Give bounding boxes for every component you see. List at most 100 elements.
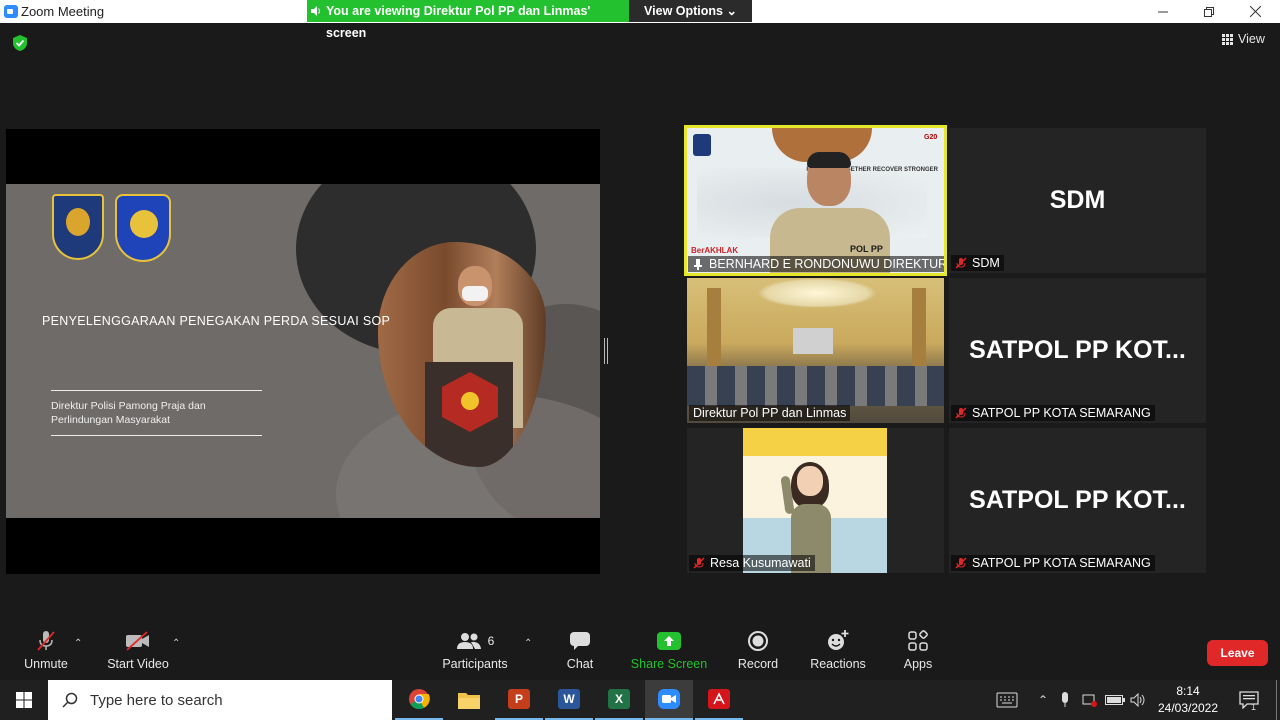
taskbar-excel[interactable]: X bbox=[595, 680, 643, 720]
battery-tray[interactable] bbox=[1104, 680, 1126, 720]
chat-icon bbox=[570, 632, 590, 650]
viewing-screen-text: You are viewing Direktur Pol PP dan Linm… bbox=[326, 4, 591, 40]
participant-display-name: SATPOL PP KOT... bbox=[969, 486, 1186, 514]
network-icon bbox=[1082, 694, 1097, 707]
notification-center[interactable]: 1 bbox=[1234, 680, 1264, 720]
taskbar-clock[interactable]: 8:14 24/03/2022 bbox=[1148, 683, 1228, 717]
unmute-button[interactable]: Unmute bbox=[18, 625, 74, 680]
participant-display-name: SDM bbox=[1049, 186, 1106, 214]
microphone-tray[interactable] bbox=[1056, 680, 1074, 720]
reactions-icon bbox=[828, 630, 849, 650]
participant-name-label: Direktur Pol PP dan Linmas bbox=[689, 405, 851, 421]
shared-screen[interactable]: PENYELENGGARAAN PENEGAKAN PERDA SESUAI S… bbox=[6, 129, 600, 574]
taskbar-zoom[interactable] bbox=[645, 680, 693, 720]
share-screen-button[interactable]: Share Screen bbox=[630, 625, 708, 680]
close-icon bbox=[1249, 6, 1261, 17]
keyboard-layout-tray[interactable] bbox=[990, 680, 1024, 720]
share-screen-icon bbox=[657, 632, 681, 650]
view-layout-button[interactable]: View bbox=[1222, 32, 1265, 46]
grid-icon bbox=[1222, 33, 1233, 45]
view-options-button[interactable]: View Options ⌄ bbox=[629, 0, 752, 22]
show-desktop-divider[interactable] bbox=[1276, 680, 1277, 720]
zoom-icon bbox=[658, 689, 680, 709]
splitter-handle[interactable] bbox=[604, 338, 608, 364]
apps-icon bbox=[908, 630, 928, 651]
record-button[interactable]: Record bbox=[735, 625, 781, 680]
reactions-button[interactable]: Reactions bbox=[808, 625, 868, 680]
taskbar-chrome[interactable] bbox=[395, 680, 443, 720]
mic-muted-icon bbox=[37, 631, 55, 651]
clock-time: 8:14 bbox=[1176, 684, 1200, 698]
slide-subtitle-line-1: Direktur Polisi Pamong Praja dan bbox=[51, 400, 206, 412]
record-icon bbox=[748, 631, 768, 651]
participants-options-caret[interactable]: ⌃ bbox=[524, 638, 532, 649]
word-icon: W bbox=[558, 689, 580, 709]
participant-name: SDM bbox=[972, 256, 1000, 270]
show-hidden-icons[interactable]: ⌃ bbox=[1034, 680, 1052, 720]
acrobat-icon bbox=[708, 689, 730, 709]
video-options-caret[interactable]: ⌃ bbox=[172, 638, 180, 649]
start-video-label: Start Video bbox=[107, 657, 169, 671]
powerpoint-icon: P bbox=[508, 689, 530, 709]
participant-name: BERNHARD E RONDONUWU DIREKTUR ... bbox=[709, 257, 947, 271]
taskbar-acrobat[interactable] bbox=[695, 680, 743, 720]
participants-button[interactable]: 6 Participants bbox=[440, 625, 510, 680]
chrome-icon bbox=[409, 689, 430, 710]
volume-icon bbox=[1130, 693, 1145, 707]
chevron-up-icon: ⌃ bbox=[1037, 693, 1049, 707]
participant-name: SATPOL PP KOTA SEMARANG bbox=[972, 556, 1151, 570]
satpol-pp-logo bbox=[115, 194, 171, 262]
volume-tray[interactable] bbox=[1128, 680, 1148, 720]
taskbar-search-box[interactable]: Type here to search bbox=[48, 680, 392, 720]
participants-label: Participants bbox=[442, 657, 508, 671]
participant-tile-sdm[interactable]: SDM SDM bbox=[949, 128, 1206, 273]
participant-name-label: SDM bbox=[951, 255, 1004, 271]
participant-tile-bernhard[interactable]: RECOVER TOGETHER RECOVER STRONGER G20 Be… bbox=[684, 125, 947, 276]
participant-name-label: BERNHARD E RONDONUWU DIREKTUR ... bbox=[688, 256, 947, 272]
participant-tile-satpol-2[interactable]: SATPOL PP KOT... SATPOL PP KOTA SEMARANG bbox=[949, 428, 1206, 573]
slide-subtitle: Direktur Polisi Pamong Praja dan Perlind… bbox=[51, 399, 271, 427]
leave-button[interactable]: Leave bbox=[1207, 640, 1268, 666]
mic-muted-icon bbox=[693, 557, 705, 569]
slide-title: PENYELENGGARAAN PENEGAKAN PERDA SESUAI S… bbox=[42, 314, 391, 328]
folder-icon bbox=[458, 693, 480, 709]
uniform-badge: POL PP bbox=[850, 244, 883, 254]
participant-name: Direktur Pol PP dan Linmas bbox=[693, 406, 847, 420]
minimize-icon bbox=[1158, 11, 1168, 12]
avatar bbox=[743, 428, 887, 573]
g20-logo: G20 bbox=[924, 134, 938, 141]
participant-tile-satpol-1[interactable]: SATPOL PP KOT... SATPOL PP KOTA SEMARANG bbox=[949, 278, 1206, 423]
chevron-down-icon: ⌄ bbox=[726, 4, 737, 18]
search-placeholder: Type here to search bbox=[90, 691, 223, 709]
taskbar-word[interactable]: W bbox=[545, 680, 593, 720]
participant-tile-direktur[interactable]: Direktur Pol PP dan Linmas bbox=[687, 278, 944, 423]
windows-taskbar: Type here to search P W X ⌃ 8:14 24/03/2… bbox=[0, 680, 1280, 720]
taskbar-file-explorer[interactable] bbox=[445, 680, 493, 720]
restore-icon bbox=[1204, 6, 1214, 17]
viewing-screen-banner: You are viewing Direktur Pol PP dan Linm… bbox=[307, 0, 629, 40]
restore-button[interactable] bbox=[1186, 0, 1232, 23]
chat-label: Chat bbox=[566, 657, 594, 671]
security-shield-icon[interactable] bbox=[12, 35, 28, 51]
taskbar-powerpoint[interactable]: P bbox=[495, 680, 543, 720]
minimize-button[interactable] bbox=[1140, 0, 1186, 23]
audio-options-caret[interactable]: ⌃ bbox=[74, 638, 82, 649]
start-button[interactable] bbox=[0, 680, 48, 720]
network-tray[interactable] bbox=[1080, 680, 1100, 720]
window-title: Zoom Meeting bbox=[21, 4, 105, 19]
chat-button[interactable]: Chat bbox=[560, 625, 600, 680]
speaker-icon bbox=[311, 6, 320, 16]
share-screen-label: Share Screen bbox=[630, 657, 708, 671]
participant-name-label: SATPOL PP KOTA SEMARANG bbox=[951, 555, 1155, 571]
kemendagri-logo bbox=[52, 194, 104, 260]
view-label: View bbox=[1238, 32, 1265, 46]
mic-muted-icon bbox=[955, 407, 967, 419]
participants-icon bbox=[456, 633, 481, 649]
microphone-icon bbox=[1062, 692, 1068, 707]
start-video-button[interactable]: Start Video bbox=[102, 625, 174, 680]
meeting-toolbar: Unmute ⌃ Start Video ⌃ 6 Participants ⌃ … bbox=[0, 625, 1280, 680]
apps-button[interactable]: Apps bbox=[898, 625, 938, 680]
unmute-label: Unmute bbox=[24, 657, 68, 671]
close-button[interactable] bbox=[1232, 0, 1278, 23]
participant-tile-resa[interactable]: Resa Kusumawati bbox=[687, 428, 944, 573]
